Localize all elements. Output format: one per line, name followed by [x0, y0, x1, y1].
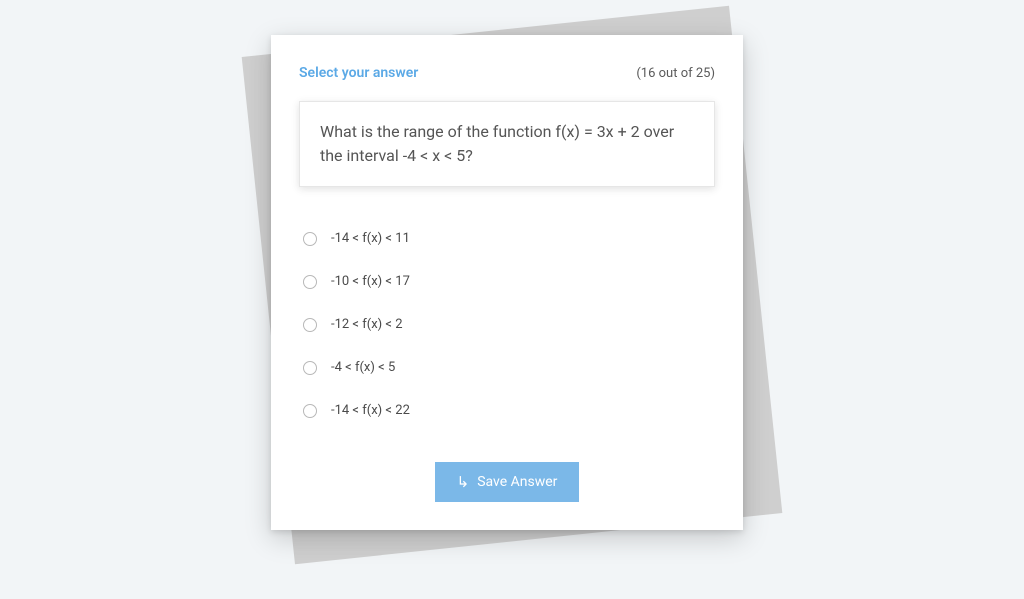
option-label: -10 < f(x) < 17 — [331, 274, 410, 289]
option-row[interactable]: -10 < f(x) < 17 — [299, 260, 715, 303]
option-label: -12 < f(x) < 2 — [331, 317, 403, 332]
progress-indicator: (16 out of 25) — [636, 66, 715, 81]
arrow-return-icon: ↳ — [457, 475, 470, 490]
question-text: What is the range of the function f(x) =… — [320, 120, 694, 168]
question-card: Select your answer (16 out of 25) What i… — [271, 35, 743, 530]
option-label: -14 < f(x) < 22 — [331, 403, 410, 418]
option-row[interactable]: -14 < f(x) < 22 — [299, 389, 715, 432]
radio-icon — [303, 232, 317, 246]
radio-icon — [303, 318, 317, 332]
option-row[interactable]: -14 < f(x) < 11 — [299, 217, 715, 260]
option-label: -4 < f(x) < 5 — [331, 360, 395, 375]
select-answer-label: Select your answer — [299, 65, 418, 81]
radio-icon — [303, 404, 317, 418]
option-label: -14 < f(x) < 11 — [331, 231, 410, 246]
question-box: What is the range of the function f(x) =… — [299, 101, 715, 187]
save-button-label: Save Answer — [477, 474, 557, 490]
card-header: Select your answer (16 out of 25) — [299, 65, 715, 81]
button-row: ↳ Save Answer — [299, 462, 715, 502]
option-row[interactable]: -12 < f(x) < 2 — [299, 303, 715, 346]
save-answer-button[interactable]: ↳ Save Answer — [435, 462, 580, 502]
options-group: -14 < f(x) < 11 -10 < f(x) < 17 -12 < f(… — [299, 217, 715, 432]
radio-icon — [303, 275, 317, 289]
radio-icon — [303, 361, 317, 375]
option-row[interactable]: -4 < f(x) < 5 — [299, 346, 715, 389]
